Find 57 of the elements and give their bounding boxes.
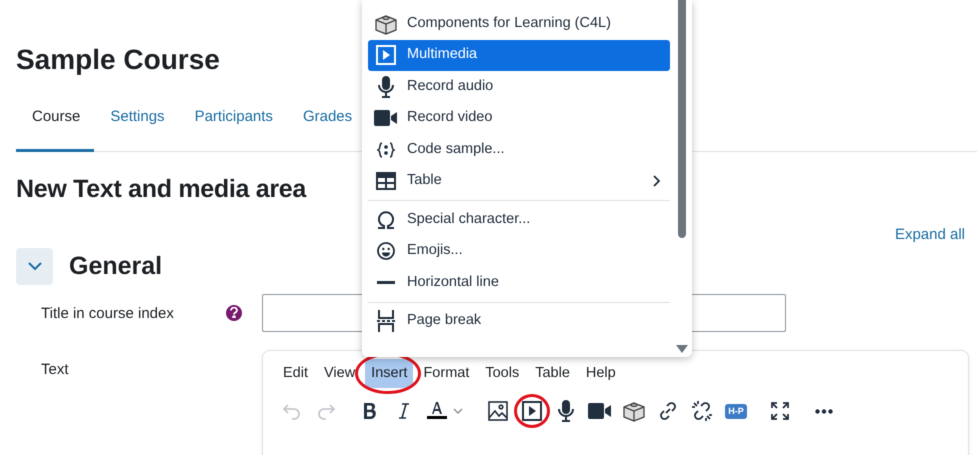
play-icon bbox=[376, 45, 396, 66]
toolbar-button[interactable]: H-P bbox=[721, 396, 751, 426]
menu-option[interactable]: Record audio bbox=[368, 71, 670, 102]
h5p-logo: H-P bbox=[725, 404, 747, 419]
redo-icon bbox=[316, 402, 336, 420]
menu-item[interactable]: Table bbox=[529, 358, 576, 388]
omega-icon bbox=[377, 210, 395, 229]
cube-icon bbox=[374, 12, 398, 35]
field-label: Text bbox=[41, 360, 70, 380]
course-title: Sample Course bbox=[16, 43, 220, 77]
italic-icon bbox=[398, 403, 410, 420]
chevron-icon bbox=[28, 262, 42, 272]
smiley-icon bbox=[377, 242, 395, 260]
tab[interactable]: Participants bbox=[178, 100, 287, 152]
menu-option[interactable]: Page break bbox=[368, 306, 670, 337]
tab[interactable]: Settings bbox=[94, 100, 179, 152]
menu-item[interactable]: Tools bbox=[479, 358, 526, 388]
help-icon[interactable] bbox=[226, 304, 242, 320]
menu-option[interactable]: Horizontal line bbox=[368, 267, 670, 298]
scrollbar-thumb[interactable] bbox=[678, 0, 686, 238]
menu-option[interactable]: Components for Learning (C4L) bbox=[368, 8, 670, 40]
menu-option[interactable]: Multimedia bbox=[368, 40, 670, 71]
fullscreen-icon bbox=[771, 402, 789, 420]
menu-item[interactable]: Edit bbox=[277, 358, 314, 388]
menu-item[interactable]: View bbox=[318, 358, 362, 388]
microphone-icon bbox=[378, 76, 394, 98]
bold-icon bbox=[363, 403, 377, 420]
collapse-button[interactable] bbox=[16, 248, 53, 286]
undo-icon bbox=[282, 402, 302, 420]
table-icon bbox=[376, 172, 396, 190]
video-camera-icon bbox=[588, 403, 612, 420]
braces-icon bbox=[377, 142, 395, 158]
video-camera-icon bbox=[374, 110, 398, 126]
menu-option[interactable]: Record video bbox=[368, 102, 670, 134]
menu-item[interactable]: Insert bbox=[365, 358, 414, 388]
cube-icon bbox=[622, 400, 646, 422]
horizontal-line-icon bbox=[377, 281, 395, 284]
field-label: Title in course index bbox=[41, 304, 175, 324]
broken-link-icon bbox=[691, 400, 713, 422]
page-break-icon bbox=[377, 310, 395, 332]
menu-option[interactable]: Emojis... bbox=[368, 236, 670, 267]
tab[interactable]: Grades bbox=[286, 100, 366, 152]
scroll-down-icon[interactable] bbox=[676, 345, 688, 353]
link-icon bbox=[658, 401, 678, 422]
play-icon bbox=[522, 401, 542, 422]
menu-option[interactable]: Special character... bbox=[368, 204, 670, 236]
section-title: General bbox=[69, 251, 162, 282]
menu-item[interactable]: Help bbox=[580, 358, 622, 388]
menu-option[interactable]: Code sample... bbox=[368, 134, 670, 166]
expand-all-link[interactable]: Expand all bbox=[894, 224, 965, 246]
more-icon bbox=[815, 408, 833, 414]
tab[interactable]: Course bbox=[16, 100, 94, 152]
menu-item[interactable]: Format bbox=[417, 358, 476, 388]
microphone-icon bbox=[558, 400, 574, 422]
page-heading: New Text and media area bbox=[16, 174, 306, 204]
menu-option[interactable]: Table bbox=[368, 166, 670, 197]
image-icon bbox=[488, 401, 508, 422]
